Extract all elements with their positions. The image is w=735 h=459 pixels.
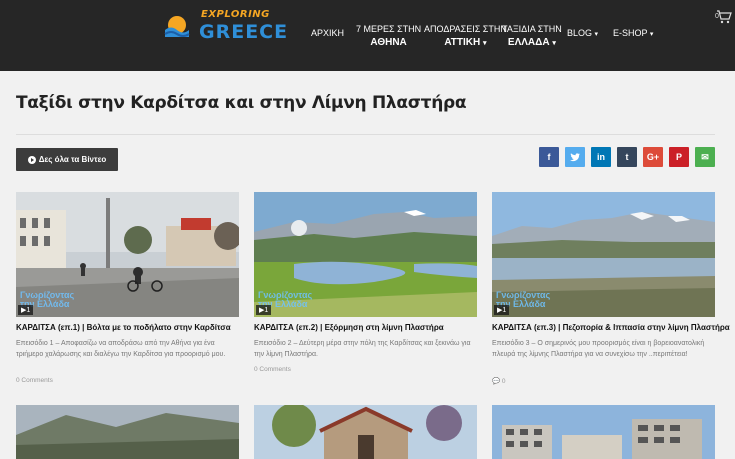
video-count-badge: ▶1 bbox=[256, 305, 272, 315]
nav-item-sublabel: ΑΤΤΙΚΗ ▾ bbox=[444, 37, 487, 48]
sun-wave-logo-icon bbox=[164, 16, 190, 37]
video-title-link[interactable]: ΚΑΡΔΙΤΣΑ (επ.2) | Εξόρμηση στη λίμνη Πλα… bbox=[254, 323, 444, 332]
mountain-village-image bbox=[16, 405, 239, 459]
share-email-button[interactable]: ✉ bbox=[695, 147, 715, 167]
video-thumbnail[interactable]: Γνωρίζοντας την Ελλάδα ▶1 bbox=[16, 192, 239, 317]
video-thumbnail[interactable] bbox=[254, 405, 477, 459]
nav-item-home[interactable]: ΑΡΧΙΚΗ bbox=[311, 26, 344, 40]
nav-item-athens[interactable]: 7 ΜΕΡΕΣ ΣΤΗΝ ΑΘΗΝΑ bbox=[356, 22, 421, 50]
top-navbar: EXPLORING GREECE ΑΡΧΙΚΗ 7 ΜΕΡΕΣ ΣΤΗΝ ΑΘΗ… bbox=[0, 0, 735, 71]
share-tumblr-button[interactable]: t bbox=[617, 147, 637, 167]
comments-count[interactable]: 0 Comments bbox=[16, 377, 53, 384]
nav-item-sublabel: ΕΛΛΑΔΑ ▾ bbox=[507, 37, 556, 48]
all-videos-label: Δες όλα τα Βίντεο bbox=[38, 155, 107, 164]
share-linkedin-button[interactable]: in bbox=[591, 147, 611, 167]
city-buildings-image bbox=[492, 405, 715, 459]
nav-item-attica[interactable]: ΑΠΟΔΡΑΣΕΙΣ ΣΤΗΝ ΑΤΤΙΚΗ ▾ bbox=[424, 22, 507, 51]
nav-item-label: BLOG bbox=[567, 28, 593, 38]
nav-item-blog[interactable]: BLOG ▾ bbox=[567, 26, 598, 42]
video-thumbnail[interactable] bbox=[16, 405, 239, 459]
comments-count-value: 0 bbox=[501, 378, 506, 385]
video-thumbnail[interactable]: Γνωρίζοντας την Ελλάδα ▶1 bbox=[492, 192, 715, 317]
site-logo[interactable]: EXPLORING GREECE bbox=[155, 7, 287, 47]
chevron-down-icon: ▾ bbox=[594, 31, 599, 38]
comments-count[interactable]: 💬 0 bbox=[492, 377, 506, 385]
tumblr-icon: t bbox=[625, 152, 629, 162]
googleplus-icon: G+ bbox=[646, 152, 660, 162]
video-thumbnail[interactable]: Γνωρίζοντας την Ελλάδα ▶1 bbox=[254, 192, 477, 317]
nav-item-label: 7 ΜΕΡΕΣ ΣΤΗΝ bbox=[356, 24, 422, 34]
video-thumbnail[interactable] bbox=[492, 405, 715, 459]
all-videos-button[interactable]: Δες όλα τα Βίντεο bbox=[16, 148, 118, 171]
church-image bbox=[254, 405, 477, 459]
nav-item-label: ΑΡΧΙΚΗ bbox=[311, 28, 345, 38]
chevron-down-icon: ▾ bbox=[649, 31, 654, 38]
chevron-down-icon: ▾ bbox=[552, 40, 556, 47]
video-title-link[interactable]: ΚΑΡΔΙΤΣΑ (επ.1) | Βόλτα με το ποδήλατο σ… bbox=[16, 323, 231, 332]
share-facebook-button[interactable]: f bbox=[539, 147, 559, 167]
share-twitter-button[interactable] bbox=[565, 147, 585, 167]
nav-item-label: ΤΑΞΙΔΙΑ ΣΤΗΝ bbox=[502, 24, 562, 34]
video-excerpt: Επεισόδιο 1 – Αποφασίζω να αποδράσω από … bbox=[16, 340, 226, 358]
video-title-link[interactable]: ΚΑΡΔΙΤΣΑ (επ.3) | Πεζοπορία & Ιππασία στ… bbox=[492, 323, 730, 332]
comment-icon: 💬 bbox=[492, 378, 501, 385]
share-googleplus-button[interactable]: G+ bbox=[643, 147, 663, 167]
nav-item-label: ΑΠΟΔΡΑΣΕΙΣ ΣΤΗΝ bbox=[424, 24, 507, 34]
logo-name: GREECE bbox=[199, 21, 289, 43]
comments-count[interactable]: 0 Comments bbox=[254, 366, 291, 373]
cart-count-badge: 0 bbox=[715, 13, 719, 20]
nav-item-eshop[interactable]: E-SHOP ▾ bbox=[613, 26, 653, 42]
video-count-badge: ▶1 bbox=[494, 305, 510, 315]
linkedin-icon: in bbox=[597, 152, 605, 162]
chevron-down-icon: ▾ bbox=[482, 40, 487, 47]
nav-item-greece[interactable]: ΤΑΞΙΔΙΑ ΣΤΗΝ ΕΛΛΑΔΑ ▾ bbox=[502, 22, 562, 51]
video-excerpt: Επεισόδιο 3 – Ο σημερινός μου προορισμός… bbox=[492, 340, 705, 358]
twitter-icon bbox=[570, 152, 580, 161]
video-excerpt: Επεισόδιο 2 – Δεύτερη μέρα στην πόλη της… bbox=[254, 340, 471, 358]
logo-tagline: EXPLORING bbox=[201, 9, 270, 20]
title-divider bbox=[16, 134, 715, 135]
nav-item-sublabel: ΑΘΗΝΑ bbox=[370, 37, 407, 48]
nav-item-label: E-SHOP bbox=[613, 28, 648, 38]
facebook-icon: f bbox=[547, 152, 551, 162]
play-circle-icon bbox=[27, 155, 36, 164]
pinterest-icon: P bbox=[675, 152, 682, 162]
share-pinterest-button[interactable]: P bbox=[669, 147, 689, 167]
video-count-badge: ▶1 bbox=[18, 305, 34, 315]
email-icon: ✉ bbox=[701, 151, 709, 162]
page-title: Ταξίδι στην Καρδίτσα και στην Λίμνη Πλασ… bbox=[16, 93, 467, 113]
